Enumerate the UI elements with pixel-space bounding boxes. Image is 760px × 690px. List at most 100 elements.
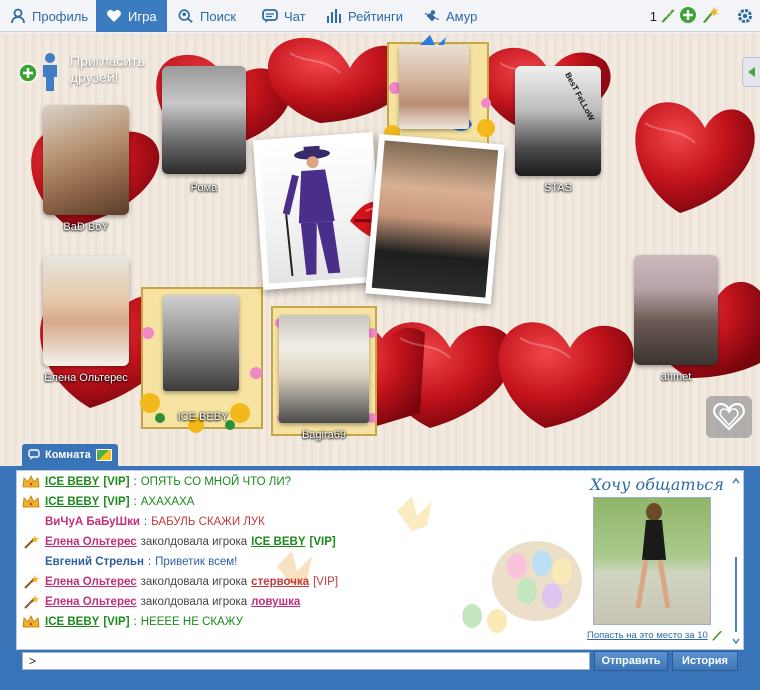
message-sep: : — [133, 496, 137, 508]
player-name: Елена Ольтерес — [44, 372, 128, 384]
chat-message: ICE BEBY [VIP] : НЕЕЕЕ НЕ СКАЖУ — [21, 613, 243, 631]
invite-person-icon — [18, 53, 57, 91]
player-photo — [43, 256, 129, 366]
cucumber-icon — [712, 630, 722, 641]
crown-icon — [21, 614, 41, 630]
player-photo: BesT FeLLoW — [515, 66, 601, 176]
player-photo — [162, 66, 246, 174]
player-ahmet[interactable]: ahmet — [634, 255, 718, 385]
side-panel-toggle[interactable] — [742, 57, 760, 87]
nav-search[interactable]: Поиск — [178, 0, 236, 32]
room-flag-icon — [95, 449, 112, 461]
message-sep: : — [143, 516, 148, 528]
invite-friends-button[interactable]: Пригласить друзей! — [18, 51, 170, 91]
message-user[interactable]: Евгений Стрельн — [45, 556, 144, 568]
player-photo — [634, 255, 718, 365]
message-text: АХАХАХА — [140, 496, 195, 508]
message-user[interactable]: Елена Ольтерес — [45, 596, 137, 608]
nav-chat-label: Чат — [284, 8, 306, 24]
player-photo — [163, 295, 239, 391]
bars-icon — [326, 8, 342, 24]
vip-badge: [VIP] — [103, 616, 130, 628]
vip-badge: [VIP] — [103, 476, 130, 488]
cupid-icon — [424, 8, 440, 24]
promo-photo[interactable] — [593, 497, 711, 625]
sparkle-cucumber-icon[interactable] — [700, 6, 720, 27]
nav-amur[interactable]: Амур — [424, 0, 477, 32]
player-bagira69[interactable]: Bagira69 — [279, 315, 369, 443]
player-bad-boy[interactable]: BaD BoY — [43, 105, 129, 233]
invite-friends-label: Пригласить друзей! — [70, 53, 145, 85]
message-user[interactable]: ICE BEBY — [45, 496, 99, 508]
chat-message: Елена Ольтерес заколдовала игрока ICE BE… — [21, 533, 336, 551]
promo-link-label: Попасть на это место за 10 — [587, 629, 708, 641]
message-action: заколдовала игрока — [140, 576, 248, 588]
search-icon — [178, 8, 194, 24]
chat-message: Елена Ольтерес заколдовала игрока стерво… — [21, 573, 338, 591]
chat-bubble-icon — [28, 449, 40, 460]
message-user[interactable]: Елена Ольтерес — [45, 576, 137, 588]
profile-icon — [10, 8, 26, 24]
chat-message: Евгений Стрельн : Приветик всем! — [21, 553, 237, 571]
player-photo — [279, 315, 369, 423]
message-target[interactable]: ловушка — [251, 596, 300, 608]
chat-log: ICE BEBY [VIP] : ОПЯТЬ СО МНОЙ ЧТО ЛИ? I… — [16, 470, 744, 650]
heart-icon — [106, 8, 122, 24]
promo-widget: Хочу общаться Попасть на это место за 10 — [587, 475, 727, 645]
player-stas[interactable]: BesT FeLLoW STAS — [515, 66, 601, 196]
send-button[interactable]: Отправить — [594, 651, 668, 671]
player-elena[interactable]: Елена Ольтерес — [36, 256, 136, 386]
message-sep: : — [133, 476, 137, 488]
message-action: заколдовала игрока — [140, 536, 248, 548]
nav-ratings-label: Рейтинги — [348, 8, 403, 24]
crown-icon — [21, 494, 41, 510]
chat-input[interactable]: > — [22, 652, 590, 670]
gift-heart-button[interactable] — [706, 396, 752, 438]
message-action: заколдовала игрока — [140, 596, 248, 608]
message-target[interactable]: ICE BEBY — [251, 536, 305, 548]
photo-caption: BesT FeLLoW — [563, 70, 597, 123]
chat-message: Елена Ольтерес заколдовала игрока ловушк… — [21, 593, 300, 611]
heart-gift-icon — [713, 403, 745, 431]
vip-badge: [VIP] — [309, 536, 336, 548]
nav-profile[interactable]: Профиль — [10, 0, 88, 32]
room-tab[interactable]: Комната — [22, 444, 118, 466]
history-button[interactable]: История — [672, 651, 738, 671]
wand-icon — [21, 534, 41, 550]
player-photo — [43, 105, 129, 215]
top-navigation: Профиль Игра Поиск Чат Рейтинги Амур 1 — [0, 0, 760, 32]
vip-badge: [VIP] — [313, 576, 339, 588]
chat-scrollbar[interactable] — [731, 477, 741, 645]
player-name: ahmet — [660, 371, 692, 383]
player-photo — [399, 45, 469, 129]
nav-chat[interactable]: Чат — [262, 0, 306, 32]
message-user[interactable]: ICE BEBY — [45, 476, 99, 488]
message-user[interactable]: ВиЧуА БаБуШки — [45, 516, 140, 528]
center-photo-right — [371, 140, 499, 298]
promo-buy-link[interactable]: Попасть на это место за 10 — [587, 629, 723, 641]
center-right-card[interactable] — [365, 133, 505, 305]
message-user[interactable]: Елена Ольтерес — [45, 536, 137, 548]
player-roma[interactable]: Рома — [162, 66, 246, 196]
nav-ratings[interactable]: Рейтинги — [326, 0, 403, 32]
nav-game[interactable]: Игра — [96, 0, 167, 32]
nav-profile-label: Профиль — [32, 8, 89, 24]
player-top-photo[interactable] — [399, 45, 469, 129]
message-user[interactable]: ICE BEBY — [45, 616, 99, 628]
player-name: BaD BoY — [63, 221, 109, 233]
message-sep: : — [147, 556, 152, 568]
add-balance-button[interactable] — [679, 6, 697, 27]
message-text: Приветик всем! — [155, 556, 238, 568]
promo-person-figure — [635, 503, 671, 609]
wand-icon — [21, 574, 41, 590]
gear-icon[interactable] — [736, 7, 754, 28]
chat-icon — [262, 8, 278, 24]
chat-message: ICE BEBY [VIP] : ОПЯТЬ СО МНОЙ ЧТО ЛИ? — [21, 473, 291, 491]
player-name: STAS — [544, 182, 572, 194]
crown-icon — [21, 474, 41, 490]
message-target[interactable]: стервочка — [251, 576, 309, 588]
nav-search-label: Поиск — [200, 8, 237, 24]
player-ice-beby[interactable]: ICE BEBY — [158, 295, 248, 427]
balance-value: 1 — [649, 9, 657, 24]
room-tab-label: Комната — [45, 449, 91, 461]
